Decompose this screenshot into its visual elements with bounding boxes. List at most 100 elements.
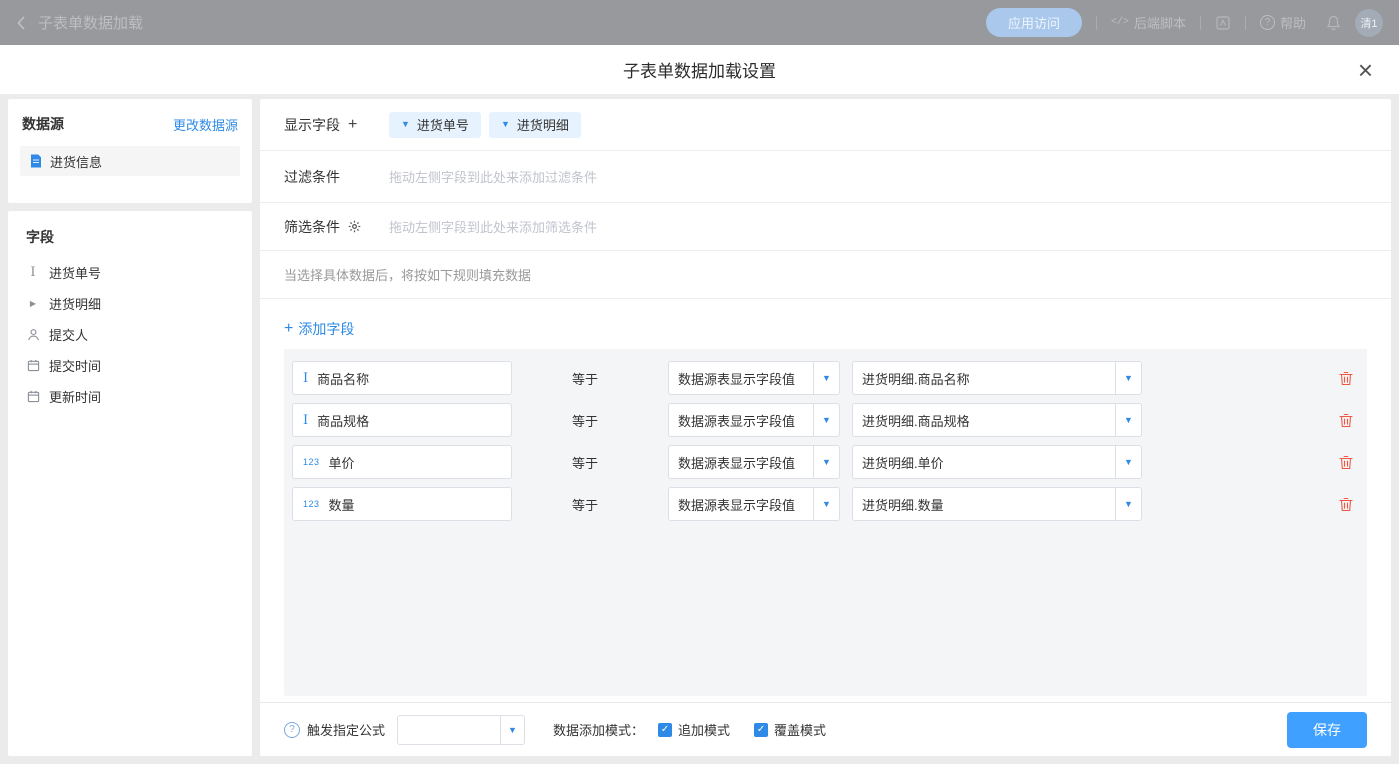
formula-select[interactable]: ▼ — [397, 715, 525, 745]
source-select-value: 数据源表显示字段值 — [669, 488, 813, 520]
calendar-icon — [26, 390, 40, 403]
code-icon: </> — [1111, 17, 1129, 28]
filter-condition-row[interactable]: 过滤条件 拖动左侧字段到此处来添加过滤条件 — [260, 151, 1391, 203]
target-field-label: 商品名称 — [317, 369, 369, 388]
datasource-item[interactable]: 进货信息 — [20, 146, 240, 176]
datasource-item-label: 进货信息 — [50, 152, 102, 171]
document-icon — [30, 154, 42, 168]
delete-rule-icon[interactable] — [1339, 413, 1353, 428]
screening-condition-placeholder: 拖动左侧字段到此处来添加筛选条件 — [389, 217, 597, 236]
source-select[interactable]: 数据源表显示字段值 ▼ — [668, 445, 840, 479]
field-item-submit-time[interactable]: 提交时间 — [8, 350, 252, 381]
chevron-down-icon[interactable]: ▼ — [1115, 362, 1141, 394]
chevron-down-icon[interactable]: ▼ — [813, 404, 839, 436]
modal-title: 子表单数据加载设置 — [623, 57, 776, 82]
value-select[interactable]: 进货明细.商品名称 ▼ — [852, 361, 1142, 395]
add-field-button[interactable]: + 添加字段 — [284, 319, 354, 339]
delete-rule-icon[interactable] — [1339, 497, 1353, 512]
value-select[interactable]: 进货明细.单价 ▼ — [852, 445, 1142, 479]
rules-hint-text: 当选择具体数据后，将按如下规则填充数据 — [284, 265, 531, 284]
modal-body: 数据源 更改数据源 进货信息 字段 I 进货单号 ▶ — [0, 95, 1399, 764]
target-field-label: 单价 — [329, 453, 355, 472]
field-item-submitter[interactable]: 提交人 — [8, 319, 252, 350]
chevron-down-icon[interactable]: ▼ — [1115, 488, 1141, 520]
source-select[interactable]: 数据源表显示字段值 ▼ — [668, 403, 840, 437]
gear-icon[interactable] — [348, 220, 361, 233]
help-button[interactable]: ? 帮助 — [1260, 13, 1306, 32]
source-select[interactable]: 数据源表显示字段值 ▼ — [668, 361, 840, 395]
add-field-label: 添加字段 — [298, 319, 354, 339]
rule-row: I 商品规格 等于 数据源表显示字段值 ▼ 进货明细.商品规格 ▼ — [292, 403, 1359, 437]
number-field-icon: 123 — [303, 499, 320, 509]
app-square-icon[interactable] — [1215, 15, 1231, 31]
source-select[interactable]: 数据源表显示字段值 ▼ — [668, 487, 840, 521]
backend-script-label: 后端脚本 — [1134, 13, 1186, 32]
bell-icon[interactable] — [1326, 15, 1341, 31]
help-label: 帮助 — [1280, 13, 1306, 32]
chip-label: 进货单号 — [417, 115, 469, 134]
backend-script-button[interactable]: </> 后端脚本 — [1111, 13, 1186, 32]
topbar-left: 子表单数据加载 — [16, 12, 143, 33]
chevron-down-icon[interactable]: ▼ — [1115, 446, 1141, 478]
chevron-down-icon[interactable]: ▼ — [813, 488, 839, 520]
append-mode-label: 追加模式 — [678, 720, 730, 739]
field-item-label: 提交人 — [49, 325, 88, 344]
field-item-label: 进货单号 — [49, 263, 101, 282]
screening-condition-row[interactable]: 筛选条件 拖动左侧字段到此处来添加筛选条件 — [260, 203, 1391, 251]
delete-rule-icon[interactable] — [1339, 371, 1353, 386]
field-item-label: 进货明细 — [49, 294, 101, 313]
chevron-down-icon[interactable]: ▼ — [813, 362, 839, 394]
change-datasource-link[interactable]: 更改数据源 — [173, 115, 238, 134]
value-select[interactable]: 进货明细.数量 ▼ — [852, 487, 1142, 521]
formula-help-icon[interactable]: ? — [284, 722, 300, 738]
display-field-chips: ▼ 进货单号 ▼ 进货明细 — [389, 112, 581, 138]
overwrite-mode-label: 覆盖模式 — [774, 720, 826, 739]
chevron-down-icon[interactable]: ▼ — [500, 716, 524, 744]
chevron-down-icon[interactable]: ▼ — [501, 120, 510, 129]
rules-area: + 添加字段 I 商品名称 等于 数据源表显示字段值 ▼ — [260, 299, 1391, 702]
back-icon[interactable] — [16, 15, 26, 31]
overwrite-mode-checkbox-group[interactable]: ✓ 覆盖模式 — [754, 720, 826, 739]
datasource-header: 数据源 更改数据源 — [8, 99, 252, 144]
display-field-chip[interactable]: ▼ 进货明细 — [489, 112, 581, 138]
operator-label: 等于 — [572, 453, 668, 472]
text-field-icon: I — [26, 265, 40, 280]
operator-label: 等于 — [572, 369, 668, 388]
source-select-value: 数据源表显示字段值 — [669, 446, 813, 478]
append-mode-checkbox-group[interactable]: ✓ 追加模式 — [658, 720, 730, 739]
value-select[interactable]: 进货明细.商品规格 ▼ — [852, 403, 1142, 437]
formula-select-value — [398, 716, 500, 744]
checkbox-checked-icon[interactable]: ✓ — [754, 723, 768, 737]
chevron-down-icon[interactable]: ▼ — [1115, 404, 1141, 436]
filter-condition-placeholder: 拖动左侧字段到此处来添加过滤条件 — [389, 167, 597, 186]
chevron-down-icon[interactable]: ▼ — [401, 120, 410, 129]
chevron-down-icon[interactable]: ▼ — [813, 446, 839, 478]
text-field-icon: I — [303, 371, 308, 386]
datasource-title: 数据源 — [22, 114, 64, 134]
target-field-box[interactable]: I 商品规格 — [292, 403, 512, 437]
add-display-field-button[interactable]: + — [348, 117, 357, 133]
app-access-button[interactable]: 应用访问 — [986, 8, 1082, 37]
target-field-box[interactable]: 123 数量 — [292, 487, 512, 521]
field-item-update-time[interactable]: 更新时间 — [8, 381, 252, 412]
target-field-label: 商品规格 — [317, 411, 369, 430]
close-icon[interactable]: × — [1358, 57, 1373, 83]
filter-condition-label: 过滤条件 — [284, 167, 340, 187]
display-field-chip[interactable]: ▼ 进货单号 — [389, 112, 481, 138]
divider — [1096, 16, 1097, 30]
field-item-order-no[interactable]: I 进货单号 — [8, 257, 252, 288]
avatar[interactable]: 清1 — [1355, 9, 1383, 37]
target-field-box[interactable]: 123 单价 — [292, 445, 512, 479]
delete-rule-icon[interactable] — [1339, 455, 1353, 470]
divider — [1245, 16, 1246, 30]
target-field-box[interactable]: I 商品名称 — [292, 361, 512, 395]
screening-condition-label: 筛选条件 — [284, 217, 340, 237]
save-button[interactable]: 保存 — [1287, 712, 1367, 748]
screening-condition-label-wrap: 筛选条件 — [284, 217, 389, 237]
text-field-icon: I — [303, 413, 308, 428]
field-item-detail[interactable]: ▶ 进货明细 — [8, 288, 252, 319]
checkbox-checked-icon[interactable]: ✓ — [658, 723, 672, 737]
value-select-value: 进货明细.数量 — [853, 488, 1115, 520]
bottom-bar: ? 触发指定公式 ▼ 数据添加模式： ✓ 追加模式 ✓ 覆盖模式 保存 — [260, 702, 1391, 756]
value-select-value: 进货明细.商品规格 — [853, 404, 1115, 436]
